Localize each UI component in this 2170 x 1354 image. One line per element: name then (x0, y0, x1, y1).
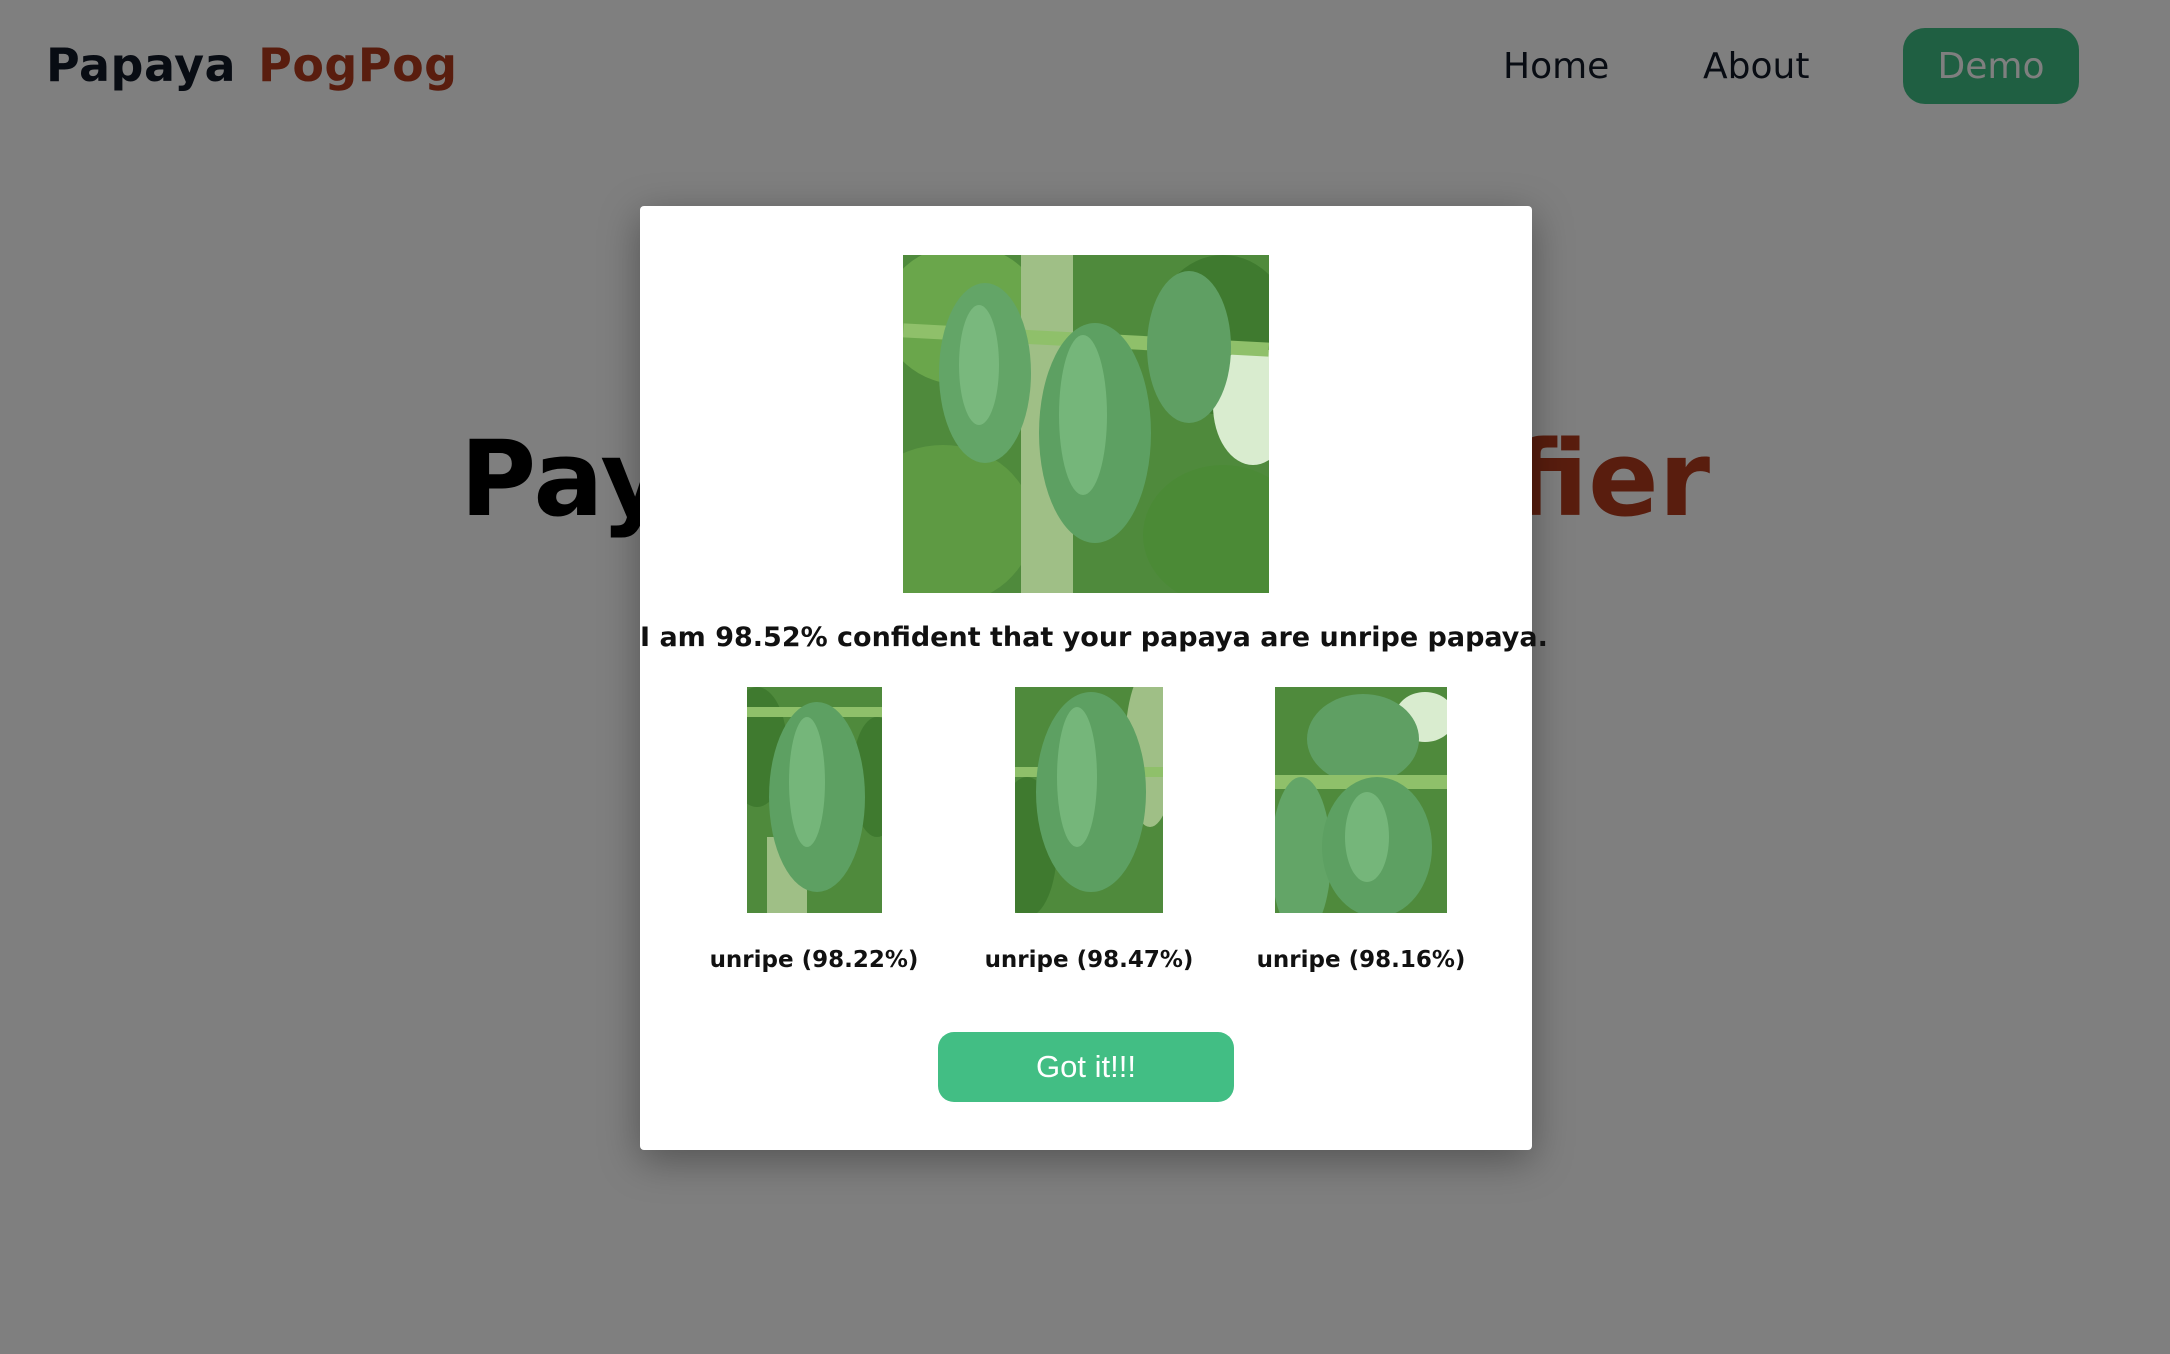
prediction-image-1 (747, 687, 882, 913)
prediction-image-2 (1015, 687, 1163, 913)
got-it-button[interactable]: Got it!!! (938, 1032, 1234, 1102)
prediction-label-2: unripe (98.47%) (984, 947, 1194, 973)
confidence-message: I am 98.52% confident that your papaya a… (640, 622, 1548, 653)
prediction-label-1: unripe (98.22%) (709, 947, 919, 973)
prediction-image-3 (1275, 687, 1447, 913)
uploaded-papaya-image (903, 255, 1269, 593)
result-modal: I am 98.52% confident that your papaya a… (640, 206, 1548, 1150)
prediction-label-3: unripe (98.16%) (1256, 947, 1466, 973)
